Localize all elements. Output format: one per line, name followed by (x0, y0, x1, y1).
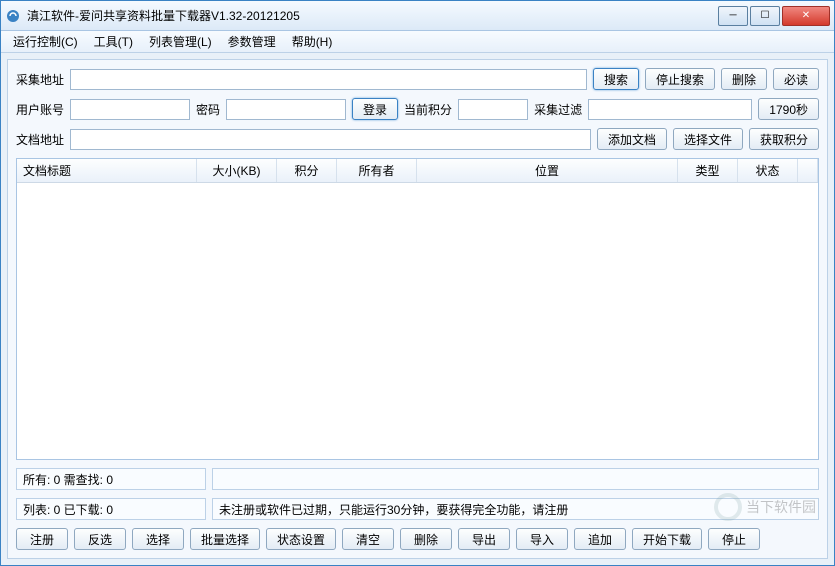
search-button[interactable]: 搜索 (593, 68, 639, 90)
collect-address-input[interactable] (70, 69, 587, 90)
start-download-button[interactable]: 开始下载 (632, 528, 702, 550)
stop-button[interactable]: 停止 (708, 528, 760, 550)
account-row: 用户账号 密码 登录 当前积分 采集过滤 1790秒 (16, 98, 819, 120)
current-points-input[interactable] (458, 99, 528, 120)
batch-select-button[interactable]: 批量选择 (190, 528, 260, 550)
info-list-count: 列表: 0 已下载: 0 (16, 498, 206, 520)
clear-button[interactable]: 清空 (342, 528, 394, 550)
bottom-toolbar: 注册 反选 选择 批量选择 状态设置 清空 删除 导出 导入 追加 开始下载 停… (16, 528, 819, 550)
table-body[interactable] (17, 183, 818, 459)
col-title[interactable]: 文档标题 (17, 159, 197, 182)
state-set-button[interactable]: 状态设置 (266, 528, 336, 550)
stop-search-button[interactable]: 停止搜索 (645, 68, 715, 90)
password-input[interactable] (226, 99, 346, 120)
collect-filter-input[interactable] (588, 99, 752, 120)
col-owner[interactable]: 所有者 (337, 159, 417, 182)
close-button[interactable]: ✕ (782, 6, 830, 26)
register-button[interactable]: 注册 (16, 528, 68, 550)
append-button[interactable]: 追加 (574, 528, 626, 550)
invert-select-button[interactable]: 反选 (74, 528, 126, 550)
app-window: 滇江软件-爱问共享资料批量下载器V1.32-20121205 ─ ☐ ✕ 运行控… (0, 0, 835, 566)
menu-list-manage[interactable]: 列表管理(L) (141, 31, 220, 52)
document-table: 文档标题 大小(KB) 积分 所有者 位置 类型 状态 (16, 158, 819, 460)
menu-tools[interactable]: 工具(T) (86, 31, 141, 52)
menu-help[interactable]: 帮助(H) (284, 31, 341, 52)
content-area: 采集地址 搜索 停止搜索 删除 必读 用户账号 密码 登录 当前积分 采集过滤 … (7, 59, 828, 559)
doc-address-input[interactable] (70, 129, 591, 150)
doc-address-label: 文档地址 (16, 131, 64, 148)
info-spacer (212, 468, 819, 490)
login-button[interactable]: 登录 (352, 98, 398, 120)
titlebar: 滇江软件-爱问共享资料批量下载器V1.32-20121205 ─ ☐ ✕ (1, 1, 834, 31)
user-account-label: 用户账号 (16, 101, 64, 118)
choose-file-button[interactable]: 选择文件 (673, 128, 743, 150)
delete-button-top[interactable]: 删除 (721, 68, 767, 90)
window-title: 滇江软件-爱问共享资料批量下载器V1.32-20121205 (27, 7, 716, 24)
app-icon (5, 8, 21, 24)
col-type[interactable]: 类型 (678, 159, 738, 182)
delete-button-bottom[interactable]: 删除 (400, 528, 452, 550)
menu-param-manage[interactable]: 参数管理 (220, 31, 284, 52)
info-row-1: 所有: 0 需查找: 0 (16, 468, 819, 490)
info-row-2: 列表: 0 已下载: 0 未注册或软件已过期，只能运行30分钟，要获得完全功能，… (16, 498, 819, 520)
seconds-display[interactable]: 1790秒 (758, 98, 819, 120)
collect-address-label: 采集地址 (16, 71, 64, 88)
col-spacer (798, 159, 818, 182)
col-size[interactable]: 大小(KB) (197, 159, 277, 182)
info-all-count: 所有: 0 需查找: 0 (16, 468, 206, 490)
export-button[interactable]: 导出 (458, 528, 510, 550)
doc-address-row: 文档地址 添加文档 选择文件 获取积分 (16, 128, 819, 150)
import-button[interactable]: 导入 (516, 528, 568, 550)
collect-filter-label: 采集过滤 (534, 101, 582, 118)
info-register-message: 未注册或软件已过期，只能运行30分钟，要获得完全功能，请注册 (212, 498, 819, 520)
maximize-button[interactable]: ☐ (750, 6, 780, 26)
col-status[interactable]: 状态 (738, 159, 798, 182)
collect-address-row: 采集地址 搜索 停止搜索 删除 必读 (16, 68, 819, 90)
menu-run-control[interactable]: 运行控制(C) (5, 31, 86, 52)
col-location[interactable]: 位置 (417, 159, 678, 182)
select-button[interactable]: 选择 (132, 528, 184, 550)
get-points-button[interactable]: 获取积分 (749, 128, 819, 150)
minimize-button[interactable]: ─ (718, 6, 748, 26)
must-read-button[interactable]: 必读 (773, 68, 819, 90)
password-label: 密码 (196, 101, 220, 118)
add-doc-button[interactable]: 添加文档 (597, 128, 667, 150)
current-points-label: 当前积分 (404, 101, 452, 118)
table-header: 文档标题 大小(KB) 积分 所有者 位置 类型 状态 (17, 159, 818, 183)
menubar: 运行控制(C) 工具(T) 列表管理(L) 参数管理 帮助(H) (1, 31, 834, 53)
user-account-input[interactable] (70, 99, 190, 120)
col-points[interactable]: 积分 (277, 159, 337, 182)
